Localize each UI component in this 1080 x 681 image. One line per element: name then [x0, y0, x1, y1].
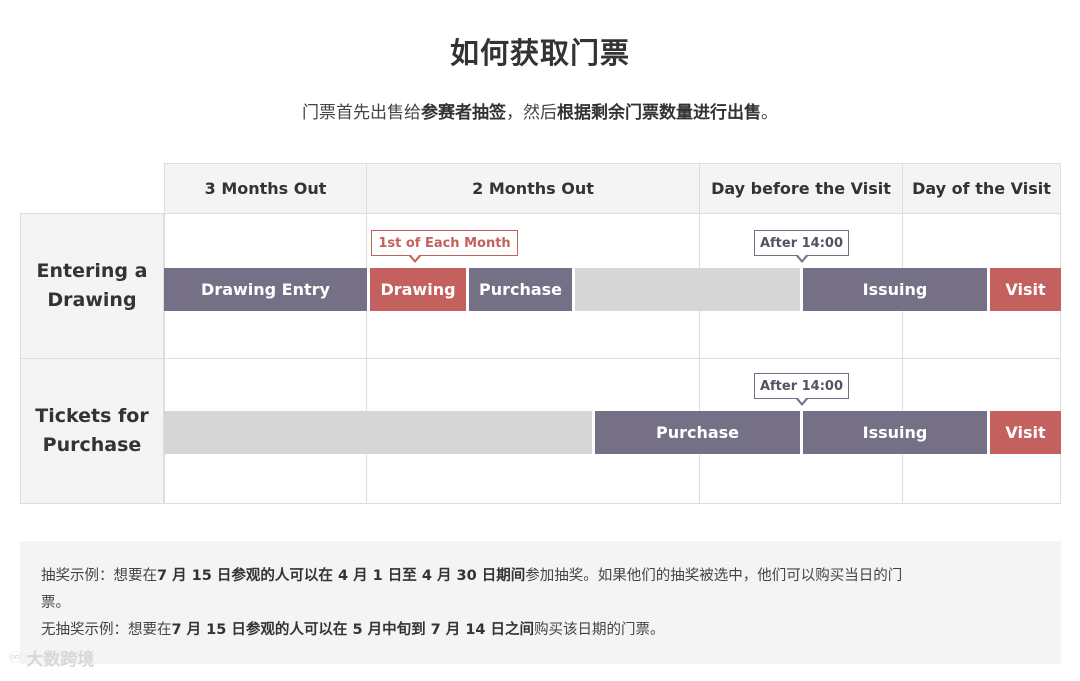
- bar-purchase-waiting: [164, 411, 592, 454]
- subtitle-bold-2: 根据剩余门票数量进行出售: [557, 103, 761, 123]
- note-no-drawing-example: 无抽奖示例：想要在7 月 15 日参观的人可以在 5 月中旬到 7 月 14 日…: [41, 617, 1041, 644]
- watermark-logo-icon: ♾: [8, 648, 23, 667]
- bar-purchase-visit: Visit: [990, 411, 1061, 454]
- row-header-purchase-line1: Tickets for: [35, 405, 149, 427]
- bar-drawing: Drawing: [370, 268, 466, 311]
- note1-bold-1: 7 月 15 日参观的人可以在 4 月 1 日至 4 月 30 日期间: [157, 568, 526, 584]
- callout-tail-inner: [411, 255, 419, 260]
- row-header-drawing-line1: Entering a: [36, 260, 148, 282]
- note1-text-3: 票。: [41, 595, 70, 611]
- watermark-text: 大数跨境: [26, 650, 95, 670]
- bar-drawing-purchase: Purchase: [469, 268, 572, 311]
- bar-drawing-visit: Visit: [990, 268, 1061, 311]
- callout-first-of-month: 1st of Each Month: [371, 230, 518, 256]
- note1-text-2: 参加抽奖。如果他们的抽奖被选中，他们可以购买当日的门: [525, 568, 903, 584]
- bar-drawing-issuing: Issuing: [803, 268, 987, 311]
- callout-after-1400-drawing: After 14:00: [754, 230, 849, 256]
- column-header-2-months: 2 Months Out: [366, 163, 700, 214]
- column-header-day-of: Day of the Visit: [902, 163, 1061, 214]
- subtitle-text-1: 门票首先出售给: [302, 103, 421, 123]
- subtitle-text-2: ，然后: [506, 103, 557, 123]
- note-drawing-example: 抽奖示例：想要在7 月 15 日参观的人可以在 4 月 1 日至 4 月 30 …: [41, 563, 1041, 617]
- row-header-purchase: Tickets for Purchase: [20, 358, 164, 504]
- note2-text-1: 无抽奖示例：想要在: [41, 622, 172, 638]
- note2-text-2: 购买该日期的门票。: [534, 622, 665, 638]
- row-header-purchase-line2: Purchase: [42, 434, 142, 456]
- bar-purchase: Purchase: [595, 411, 800, 454]
- note1-text-1: 抽奖示例：想要在: [41, 568, 157, 584]
- column-header-day-before: Day before the Visit: [699, 163, 903, 214]
- row-header-drawing: Entering a Drawing: [20, 213, 164, 359]
- row-divider: [20, 358, 1061, 359]
- note2-bold-1: 7 月 15 日参观的人可以在 5 月中旬到 7 月 14 日之间: [171, 622, 535, 638]
- subtitle-bold-1: 参赛者抽签: [421, 103, 506, 123]
- bar-drawing-waiting: [575, 268, 800, 311]
- watermark: ♾ 大数跨境: [8, 645, 94, 670]
- callout-tail-inner: [798, 398, 806, 403]
- bar-purchase-issuing: Issuing: [803, 411, 987, 454]
- column-header-3-months: 3 Months Out: [164, 163, 367, 214]
- callout-tail-inner: [798, 255, 806, 260]
- page-title: 如何获取门票: [449, 36, 630, 70]
- subtitle-text-3: 。: [761, 103, 778, 123]
- callout-after-1400-purchase: After 14:00: [754, 373, 849, 399]
- page-subtitle: 门票首先出售给参赛者抽签，然后根据剩余门票数量进行出售。: [0, 98, 1080, 123]
- notes-box: 抽奖示例：想要在7 月 15 日参观的人可以在 4 月 1 日至 4 月 30 …: [20, 541, 1061, 664]
- row-header-drawing-line2: Drawing: [47, 289, 137, 311]
- bar-drawing-entry: Drawing Entry: [164, 268, 367, 311]
